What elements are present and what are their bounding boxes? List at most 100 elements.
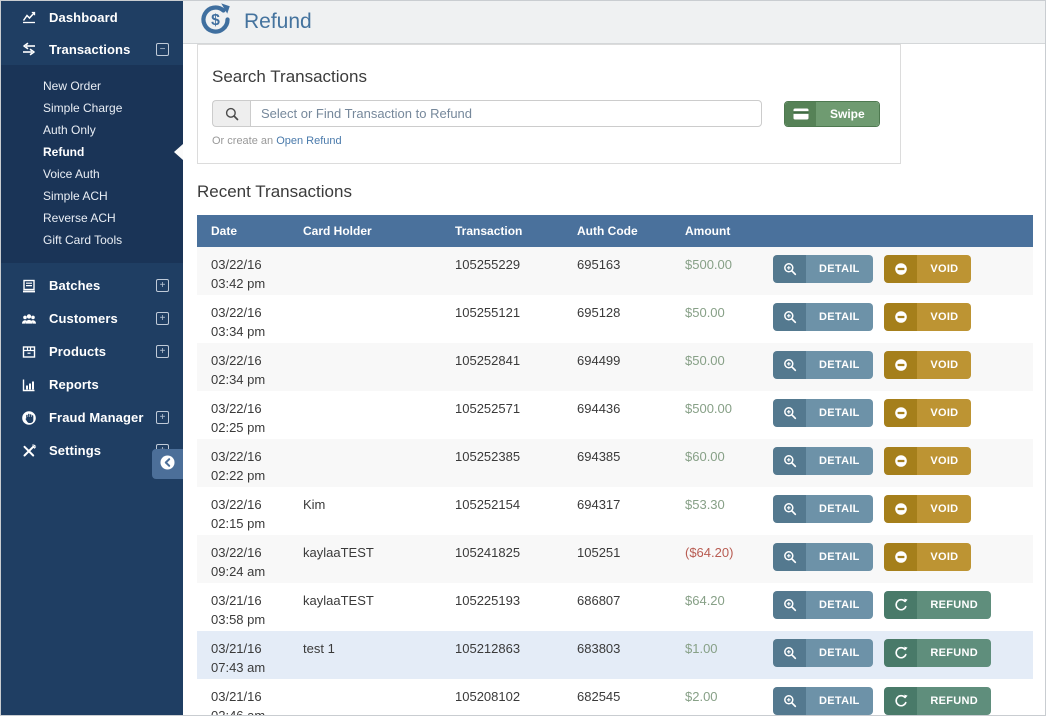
void-button[interactable]: VOID [884,447,971,475]
cell-amount: $500.00 [671,247,759,295]
detail-button[interactable]: DETAIL [773,591,873,619]
refund-button[interactable]: REFUND [884,591,991,619]
expand-icon[interactable]: + [156,345,169,358]
cell-transaction: 105252385 [441,439,563,487]
zoom-in-icon [773,255,806,283]
detail-button[interactable]: DETAIL [773,495,873,523]
void-button[interactable]: VOID [884,495,971,523]
recent-transactions-heading: Recent Transactions [197,182,1031,202]
refund-button[interactable]: REFUND [884,687,991,715]
minus-circle-icon [884,303,917,331]
open-refund-link[interactable]: Open Refund [276,135,341,147]
transactions-submenu: New Order Simple Charge Auth Only Refund… [1,65,183,263]
detail-button[interactable]: DETAIL [773,639,873,667]
void-button[interactable]: VOID [884,303,971,331]
detail-button[interactable]: DETAIL [773,447,873,475]
detail-button[interactable]: DETAIL [773,687,873,715]
cell-amount: $53.30 [671,487,759,535]
page-title: Refund [244,10,312,34]
submenu-item-simple-charge[interactable]: Simple Charge [1,97,183,119]
zoom-in-icon [773,591,806,619]
search-transactions-panel: Search Transactions Swipe [197,44,901,164]
sidebar-item-label: Batches [49,278,100,293]
expand-icon[interactable]: + [156,312,169,325]
sidebar-item-label: Products [49,344,106,359]
collapse-icon[interactable]: − [156,43,169,56]
zoom-in-icon [773,543,806,571]
submenu-item-auth-only[interactable]: Auth Only [1,119,183,141]
detail-button[interactable]: DETAIL [773,543,873,571]
cell-auth-code: 105251 [563,535,671,583]
void-button[interactable]: VOID [884,351,971,379]
void-button[interactable]: VOID [884,399,971,427]
table-row: 03/21/16 02:46 am 105208102 682545 $2.00… [197,679,1033,715]
table-header-row: Date Card Holder Transaction Auth Code A… [197,215,1033,247]
refund-button[interactable]: REFUND [884,639,991,667]
submenu-item-new-order[interactable]: New Order [1,75,183,97]
sidebar-item-label: Settings [49,443,101,458]
cell-date: 03/22/16 02:15 pm [197,487,289,535]
cell-card-holder [289,679,441,715]
submenu-item-label: Refund [43,145,84,159]
cell-card-holder: test 1 [289,631,441,679]
sidebar-collapse-button[interactable] [152,449,183,479]
cell-auth-code: 694385 [563,439,671,487]
void-button[interactable]: VOID [884,255,971,283]
sidebar-item-batches[interactable]: Batches + [1,269,183,302]
zoom-in-icon [773,687,806,715]
page-header: $ Refund [183,1,1045,44]
submenu-item-refund[interactable]: Refund [1,141,183,163]
sidebar-item-dashboard[interactable]: Dashboard [1,1,183,33]
cell-auth-code: 694317 [563,487,671,535]
minus-circle-icon [884,543,917,571]
cell-transaction: 105252154 [441,487,563,535]
zoom-in-icon [773,351,806,379]
transaction-search-group [212,100,762,127]
swipe-button[interactable]: Swipe [784,101,880,127]
sidebar-item-products[interactable]: Products + [1,335,183,368]
svg-text:$: $ [211,12,220,29]
column-header-amount: Amount [671,215,759,247]
submenu-item-reverse-ach[interactable]: Reverse ACH [1,207,183,229]
cell-date: 03/22/16 02:22 pm [197,439,289,487]
active-item-arrow [174,144,183,160]
sidebar-item-reports[interactable]: Reports [1,368,183,401]
sidebar-groups: Batches + Customers + Products + [1,263,183,467]
sidebar-item-transactions[interactable]: Transactions − [1,33,183,65]
submenu-item-simple-ach[interactable]: Simple ACH [1,185,183,207]
detail-button[interactable]: DETAIL [773,399,873,427]
cell-card-holder: Kim [289,487,441,535]
detail-button[interactable]: DETAIL [773,351,873,379]
refund-arrow-icon [884,687,917,715]
cell-card-holder [289,343,441,391]
minus-circle-icon [884,399,917,427]
table-row: 03/22/16 09:24 am kaylaaTEST 105241825 1… [197,535,1033,583]
sidebar-item-fraud-manager[interactable]: Fraud Manager + [1,401,183,434]
transaction-search-input[interactable] [250,100,762,127]
void-button[interactable]: VOID [884,543,971,571]
table-row: 03/22/16 02:34 pm 105252841 694499 $50.0… [197,343,1033,391]
refund-arrow-icon [884,591,917,619]
submenu-item-gift-card-tools[interactable]: Gift Card Tools [1,229,183,251]
table-row: 03/22/16 02:22 pm 105252385 694385 $60.0… [197,439,1033,487]
refund-circular-arrow-icon: $ [197,1,234,43]
cell-amount: $2.00 [671,679,759,715]
detail-button[interactable]: DETAIL [773,255,873,283]
sidebar-item-label: Dashboard [49,10,118,25]
cell-transaction: 105225193 [441,583,563,631]
search-panel-heading: Search Transactions [212,67,886,87]
detail-button[interactable]: DETAIL [773,303,873,331]
table-row: 03/22/16 02:25 pm 105252571 694436 $500.… [197,391,1033,439]
sidebar-item-label: Fraud Manager [49,410,143,425]
sidebar-item-label: Transactions [49,42,130,57]
submenu-item-voice-auth[interactable]: Voice Auth [1,163,183,185]
cell-auth-code: 694436 [563,391,671,439]
cell-amount: $500.00 [671,391,759,439]
cell-transaction: 105252571 [441,391,563,439]
column-header-auth-code: Auth Code [563,215,671,247]
batches-icon [20,278,38,294]
table-row: 03/22/16 03:42 pm 105255229 695163 $500.… [197,247,1033,295]
sidebar-item-customers[interactable]: Customers + [1,302,183,335]
expand-icon[interactable]: + [156,411,169,424]
expand-icon[interactable]: + [156,279,169,292]
